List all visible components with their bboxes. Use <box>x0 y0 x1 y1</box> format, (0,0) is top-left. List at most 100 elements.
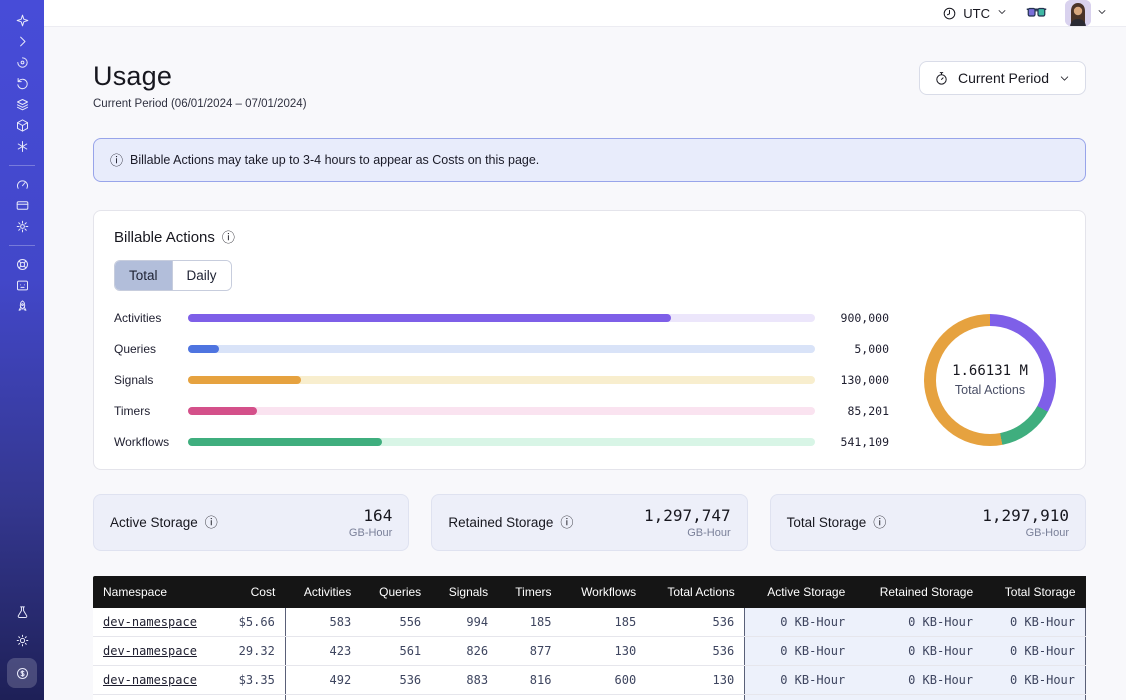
table-cell: 0 KB-Hour <box>745 666 856 695</box>
donut-center: 1.66131 M Total Actions <box>936 326 1044 434</box>
bar-track <box>188 314 815 322</box>
column-header-retained-storage: Retained Storage <box>855 576 983 608</box>
getting-started-rocket-icon[interactable] <box>8 296 36 317</box>
table-header: NamespaceCostActivitiesQueriesSignalsTim… <box>93 576 1086 608</box>
billing-card-icon[interactable] <box>8 195 36 216</box>
info-icon[interactable]: ⓘ <box>873 516 886 529</box>
table-cell <box>221 695 285 700</box>
table-cell: 0 KB-Hour <box>983 666 1085 695</box>
bar-label: Timers <box>114 404 176 418</box>
stopwatch-icon <box>934 71 949 86</box>
table-cell: 994 <box>431 608 498 637</box>
bar-fill <box>188 314 671 322</box>
table-cell: 0 KB-Hour <box>855 608 983 637</box>
temporal-logo-icon[interactable] <box>8 10 36 31</box>
total-daily-toggle: Total Daily <box>114 260 232 291</box>
storage-card-unit: GB-Hour <box>982 527 1069 539</box>
table-cell: 0 KB-Hour <box>855 637 983 666</box>
info-icon[interactable]: ⓘ <box>205 516 218 529</box>
bar-fill <box>188 407 257 415</box>
info-icon: ⓘ <box>110 154 123 167</box>
timezone-selector[interactable]: UTC <box>942 6 1008 21</box>
chevron-down-icon <box>1096 6 1108 21</box>
table-cell: $3.35 <box>221 666 285 695</box>
period-selector-button[interactable]: Current Period <box>919 61 1086 95</box>
bar-row-timers: Timers 85,201 <box>114 404 889 418</box>
table-cell: 0 KB-Hour <box>745 608 856 637</box>
sidebar <box>0 0 44 700</box>
table-row-partial <box>93 695 1086 700</box>
schedules-history-icon[interactable] <box>8 73 36 94</box>
chevron-down-icon <box>996 6 1008 21</box>
table-cell: 130 <box>646 666 745 695</box>
topbar: UTC <box>44 0 1126 27</box>
column-header-total-storage: Total Storage <box>983 576 1085 608</box>
namespaces-icon[interactable] <box>8 52 36 73</box>
timezone-label: UTC <box>963 6 990 21</box>
column-header-namespace: Namespace <box>93 576 221 608</box>
bar-row-activities: Activities900,000 <box>114 311 889 325</box>
table-cell: 816 <box>498 666 561 695</box>
bar-value: 130,000 <box>827 373 889 387</box>
storage-card-unit: GB-Hour <box>644 527 731 539</box>
usage-cost-coin-icon[interactable] <box>7 658 37 688</box>
info-icon[interactable]: ⓘ <box>222 231 235 244</box>
namespace-cell: dev-namespace <box>93 666 221 695</box>
table-cell <box>983 695 1085 700</box>
labs-flask-icon[interactable] <box>8 602 36 623</box>
sidebar-divider <box>9 245 35 246</box>
storage-card: Total Storage ⓘ 1,297,910 GB-Hour <box>770 494 1086 551</box>
total-actions-value: 1.66131 M <box>952 363 1028 379</box>
info-icon[interactable]: ⓘ <box>560 516 573 529</box>
storage-card-value: 1,297,910 <box>982 506 1069 525</box>
bar-value: 85,201 <box>827 404 889 418</box>
table-cell <box>361 695 431 700</box>
billable-bars: Activities900,000 Queries5,000 Signals 130,… <box>114 311 889 449</box>
billable-actions-card: Billable Actions ⓘ Total Daily Activitie… <box>93 210 1086 470</box>
table-cell: 0 KB-Hour <box>983 637 1085 666</box>
namespace-cell: dev-namespace <box>93 608 221 637</box>
theme-sun-icon[interactable] <box>8 630 36 651</box>
nexus-asterisk-icon[interactable] <box>8 136 36 157</box>
bar-track <box>188 376 815 384</box>
bar-track <box>188 407 815 415</box>
column-header-cost: Cost <box>221 576 285 608</box>
namespace-link[interactable]: dev-namespace <box>103 644 197 658</box>
namespace-link[interactable]: dev-namespace <box>103 615 197 629</box>
settings-gear-icon[interactable] <box>8 216 36 237</box>
glasses-icon[interactable] <box>1026 6 1047 20</box>
content: Usage Current Period (06/01/2024 – 07/01… <box>44 27 1126 700</box>
column-header-queries: Queries <box>361 576 431 608</box>
table-cell: 185 <box>498 608 561 637</box>
bar-value: 900,000 <box>827 311 889 325</box>
tab-daily[interactable]: Daily <box>172 261 231 290</box>
storage-card: Active Storageⓘ164GB-Hour <box>93 494 409 551</box>
table-cell: 536 <box>646 608 745 637</box>
tab-total[interactable]: Total <box>115 261 172 290</box>
table-cell: 600 <box>561 666 646 695</box>
feedback-tablet-icon[interactable] <box>8 275 36 296</box>
namespace-link[interactable]: dev-namespace <box>103 673 197 687</box>
layers-icon[interactable] <box>8 94 36 115</box>
storage-card-label-text: Total Storage <box>787 515 867 530</box>
bar-label: Queries <box>114 342 176 356</box>
deployments-cube-icon[interactable] <box>8 115 36 136</box>
usage-gauge-icon[interactable] <box>8 174 36 195</box>
bar-row-queries: Queries5,000 <box>114 342 889 356</box>
table-cell: $5.66 <box>221 608 285 637</box>
table-cell <box>431 695 498 700</box>
expand-chevron-right-icon[interactable] <box>8 31 36 52</box>
table-cell <box>285 695 361 700</box>
user-menu[interactable] <box>1065 0 1108 26</box>
column-header-active-storage: Active Storage <box>745 576 856 608</box>
table-cell: 185 <box>561 608 646 637</box>
table-cell <box>745 695 856 700</box>
table-row: dev-namespace$3.354925368838166001300 KB… <box>93 666 1086 695</box>
table-cell <box>498 695 561 700</box>
table-cell: 130 <box>561 637 646 666</box>
info-banner-text: Billable Actions may take up to 3-4 hour… <box>130 153 539 167</box>
bar-label: Signals <box>114 373 176 387</box>
storage-card-label: Total Storage ⓘ <box>787 515 887 530</box>
support-lifebuoy-icon[interactable] <box>8 254 36 275</box>
bar-label: Workflows <box>114 435 176 449</box>
